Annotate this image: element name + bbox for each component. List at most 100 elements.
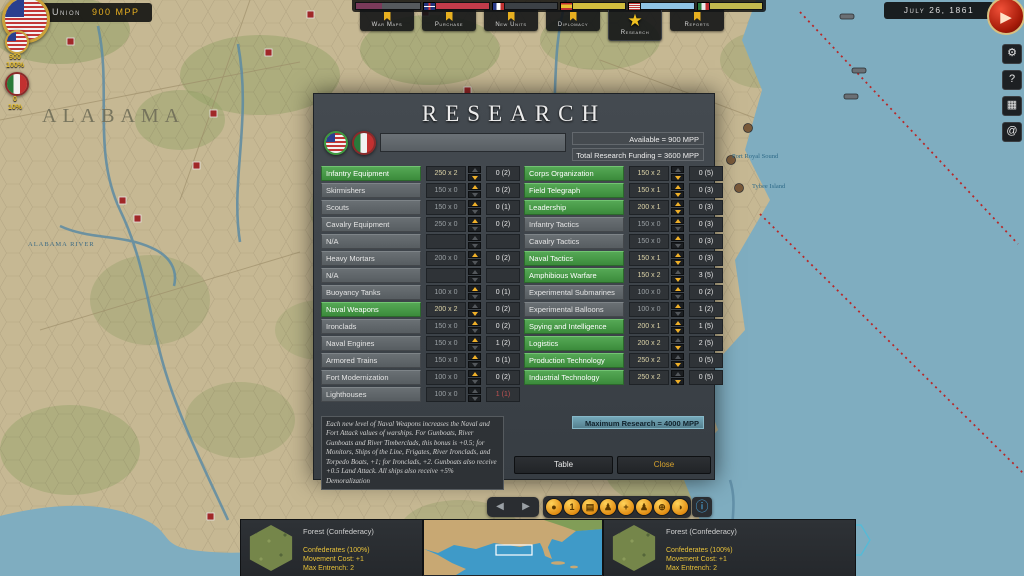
research-item-naval-engines[interactable]: Naval Engines bbox=[321, 336, 421, 351]
funding-slider[interactable] bbox=[380, 133, 566, 152]
increase-investment-button[interactable] bbox=[671, 234, 684, 241]
decrease-investment-button[interactable] bbox=[468, 310, 481, 317]
increase-investment-button[interactable] bbox=[671, 285, 684, 292]
research-item-spying-and-intelligence[interactable]: Spying and Intelligence bbox=[524, 319, 624, 334]
crescent-icon[interactable]: ◑ bbox=[672, 499, 688, 515]
research-item-armored-trains[interactable]: Armored Trains bbox=[321, 353, 421, 368]
research-item-naval-tactics[interactable]: Naval Tactics bbox=[524, 251, 624, 266]
increase-investment-button[interactable] bbox=[468, 234, 481, 241]
diplomacy-bar-france[interactable] bbox=[493, 3, 557, 10]
decrease-investment-button[interactable] bbox=[671, 344, 684, 351]
increase-investment-button[interactable] bbox=[468, 183, 481, 190]
research-item-cavalry-equipment[interactable]: Cavalry Equipment bbox=[321, 217, 421, 232]
info-button[interactable]: ⓘ bbox=[692, 497, 712, 517]
decrease-investment-button[interactable] bbox=[468, 191, 481, 198]
increase-investment-button[interactable] bbox=[671, 217, 684, 224]
research-item-skirmishers[interactable]: Skirmishers bbox=[321, 183, 421, 198]
decrease-investment-button[interactable] bbox=[468, 378, 481, 385]
increase-investment-button[interactable] bbox=[468, 319, 481, 326]
decrease-investment-button[interactable] bbox=[468, 259, 481, 266]
close-button[interactable]: Close bbox=[617, 456, 711, 474]
research-item-experimental-balloons[interactable]: Experimental Balloons bbox=[524, 302, 624, 317]
decrease-investment-button[interactable] bbox=[468, 242, 481, 249]
research-item-amphibious-warfare[interactable]: Amphibious Warfare bbox=[524, 268, 624, 283]
research-item-cavalry-tactics[interactable]: Cavalry Tactics bbox=[524, 234, 624, 249]
decrease-investment-button[interactable] bbox=[671, 276, 684, 283]
mexico-flag-icon[interactable] bbox=[5, 72, 29, 96]
research-item-leadership[interactable]: Leadership bbox=[524, 200, 624, 215]
diplomacy-button[interactable]: Diplomacy bbox=[546, 10, 600, 31]
previous-unit-button[interactable]: ◀ bbox=[496, 497, 504, 517]
decrease-investment-button[interactable] bbox=[671, 378, 684, 385]
diplomacy-bar-mexico[interactable] bbox=[698, 3, 762, 10]
decrease-investment-button[interactable] bbox=[468, 276, 481, 283]
save-icon[interactable]: ▦ bbox=[1002, 96, 1022, 116]
increase-investment-button[interactable] bbox=[671, 251, 684, 258]
decrease-investment-button[interactable] bbox=[671, 259, 684, 266]
soldier-icon[interactable]: ♟ bbox=[600, 499, 616, 515]
increase-investment-button[interactable] bbox=[468, 336, 481, 343]
decrease-investment-button[interactable] bbox=[671, 191, 684, 198]
decrease-investment-button[interactable] bbox=[468, 293, 481, 300]
research-item-lighthouses[interactable]: Lighthouses bbox=[321, 387, 421, 402]
mexico-flag-icon[interactable] bbox=[352, 131, 376, 155]
decrease-investment-button[interactable] bbox=[671, 310, 684, 317]
research-item-corps-organization[interactable]: Corps Organization bbox=[524, 166, 624, 181]
end-turn-button[interactable]: ▶ bbox=[987, 0, 1024, 35]
decrease-investment-button[interactable] bbox=[468, 174, 481, 181]
research-button[interactable]: ★ Research bbox=[608, 10, 662, 41]
increase-investment-button[interactable] bbox=[671, 336, 684, 343]
decrease-investment-button[interactable] bbox=[671, 225, 684, 232]
research-item-fort-modernization[interactable]: Fort Modernization bbox=[321, 370, 421, 385]
increase-investment-button[interactable] bbox=[671, 268, 684, 275]
diplomacy-bar-usa[interactable] bbox=[629, 3, 693, 10]
circle-plus-icon[interactable]: ⊕ bbox=[654, 499, 670, 515]
increase-investment-button[interactable] bbox=[671, 302, 684, 309]
increase-investment-button[interactable] bbox=[671, 319, 684, 326]
research-item-scouts[interactable]: Scouts bbox=[321, 200, 421, 215]
number-one-icon[interactable]: 1 bbox=[564, 499, 580, 515]
decrease-investment-button[interactable] bbox=[468, 225, 481, 232]
reports-button[interactable]: Reports bbox=[670, 10, 724, 31]
research-item-production-technology[interactable]: Production Technology bbox=[524, 353, 624, 368]
increase-investment-button[interactable] bbox=[671, 200, 684, 207]
increase-investment-button[interactable] bbox=[468, 200, 481, 207]
decrease-investment-button[interactable] bbox=[671, 242, 684, 249]
decrease-investment-button[interactable] bbox=[468, 344, 481, 351]
plus-icon[interactable]: + bbox=[618, 499, 634, 515]
decrease-investment-button[interactable] bbox=[468, 395, 481, 402]
diplomacy-bar-britain[interactable] bbox=[424, 3, 488, 10]
research-item-industrial-technology[interactable]: Industrial Technology bbox=[524, 370, 624, 385]
decrease-investment-button[interactable] bbox=[671, 174, 684, 181]
increase-investment-button[interactable] bbox=[671, 183, 684, 190]
minimap[interactable] bbox=[423, 520, 603, 575]
research-item-na[interactable]: N/A bbox=[321, 268, 421, 283]
banknote-icon[interactable]: ▤ bbox=[582, 499, 598, 515]
increase-investment-button[interactable] bbox=[468, 251, 481, 258]
increase-investment-button[interactable] bbox=[671, 166, 684, 173]
research-item-naval-weapons[interactable]: Naval Weapons bbox=[321, 302, 421, 317]
increase-investment-button[interactable] bbox=[468, 302, 481, 309]
war-maps-button[interactable]: War Maps bbox=[360, 10, 414, 31]
decrease-investment-button[interactable] bbox=[468, 327, 481, 334]
research-item-infantry-tactics[interactable]: Infantry Tactics bbox=[524, 217, 624, 232]
increase-investment-button[interactable] bbox=[671, 370, 684, 377]
decrease-investment-button[interactable] bbox=[671, 361, 684, 368]
settings-icon[interactable]: ⚙ bbox=[1002, 44, 1022, 64]
circle-icon[interactable]: ● bbox=[546, 499, 562, 515]
usa-flag-icon[interactable] bbox=[5, 30, 29, 54]
research-item-buoyancy-tanks[interactable]: Buoyancy Tanks bbox=[321, 285, 421, 300]
increase-investment-button[interactable] bbox=[468, 217, 481, 224]
increase-investment-button[interactable] bbox=[468, 166, 481, 173]
table-button[interactable]: Table bbox=[514, 456, 613, 474]
soldier-plus-icon[interactable]: ♟ bbox=[636, 499, 652, 515]
increase-investment-button[interactable] bbox=[468, 353, 481, 360]
research-item-ironclads[interactable]: Ironclads bbox=[321, 319, 421, 334]
new-units-button[interactable]: New Units bbox=[484, 10, 538, 31]
research-item-heavy-mortars[interactable]: Heavy Mortars bbox=[321, 251, 421, 266]
menu-icon[interactable]: @ bbox=[1002, 122, 1022, 142]
increase-investment-button[interactable] bbox=[468, 370, 481, 377]
next-unit-button[interactable]: ▶ bbox=[522, 497, 530, 517]
increase-investment-button[interactable] bbox=[671, 353, 684, 360]
research-item-logistics[interactable]: Logistics bbox=[524, 336, 624, 351]
